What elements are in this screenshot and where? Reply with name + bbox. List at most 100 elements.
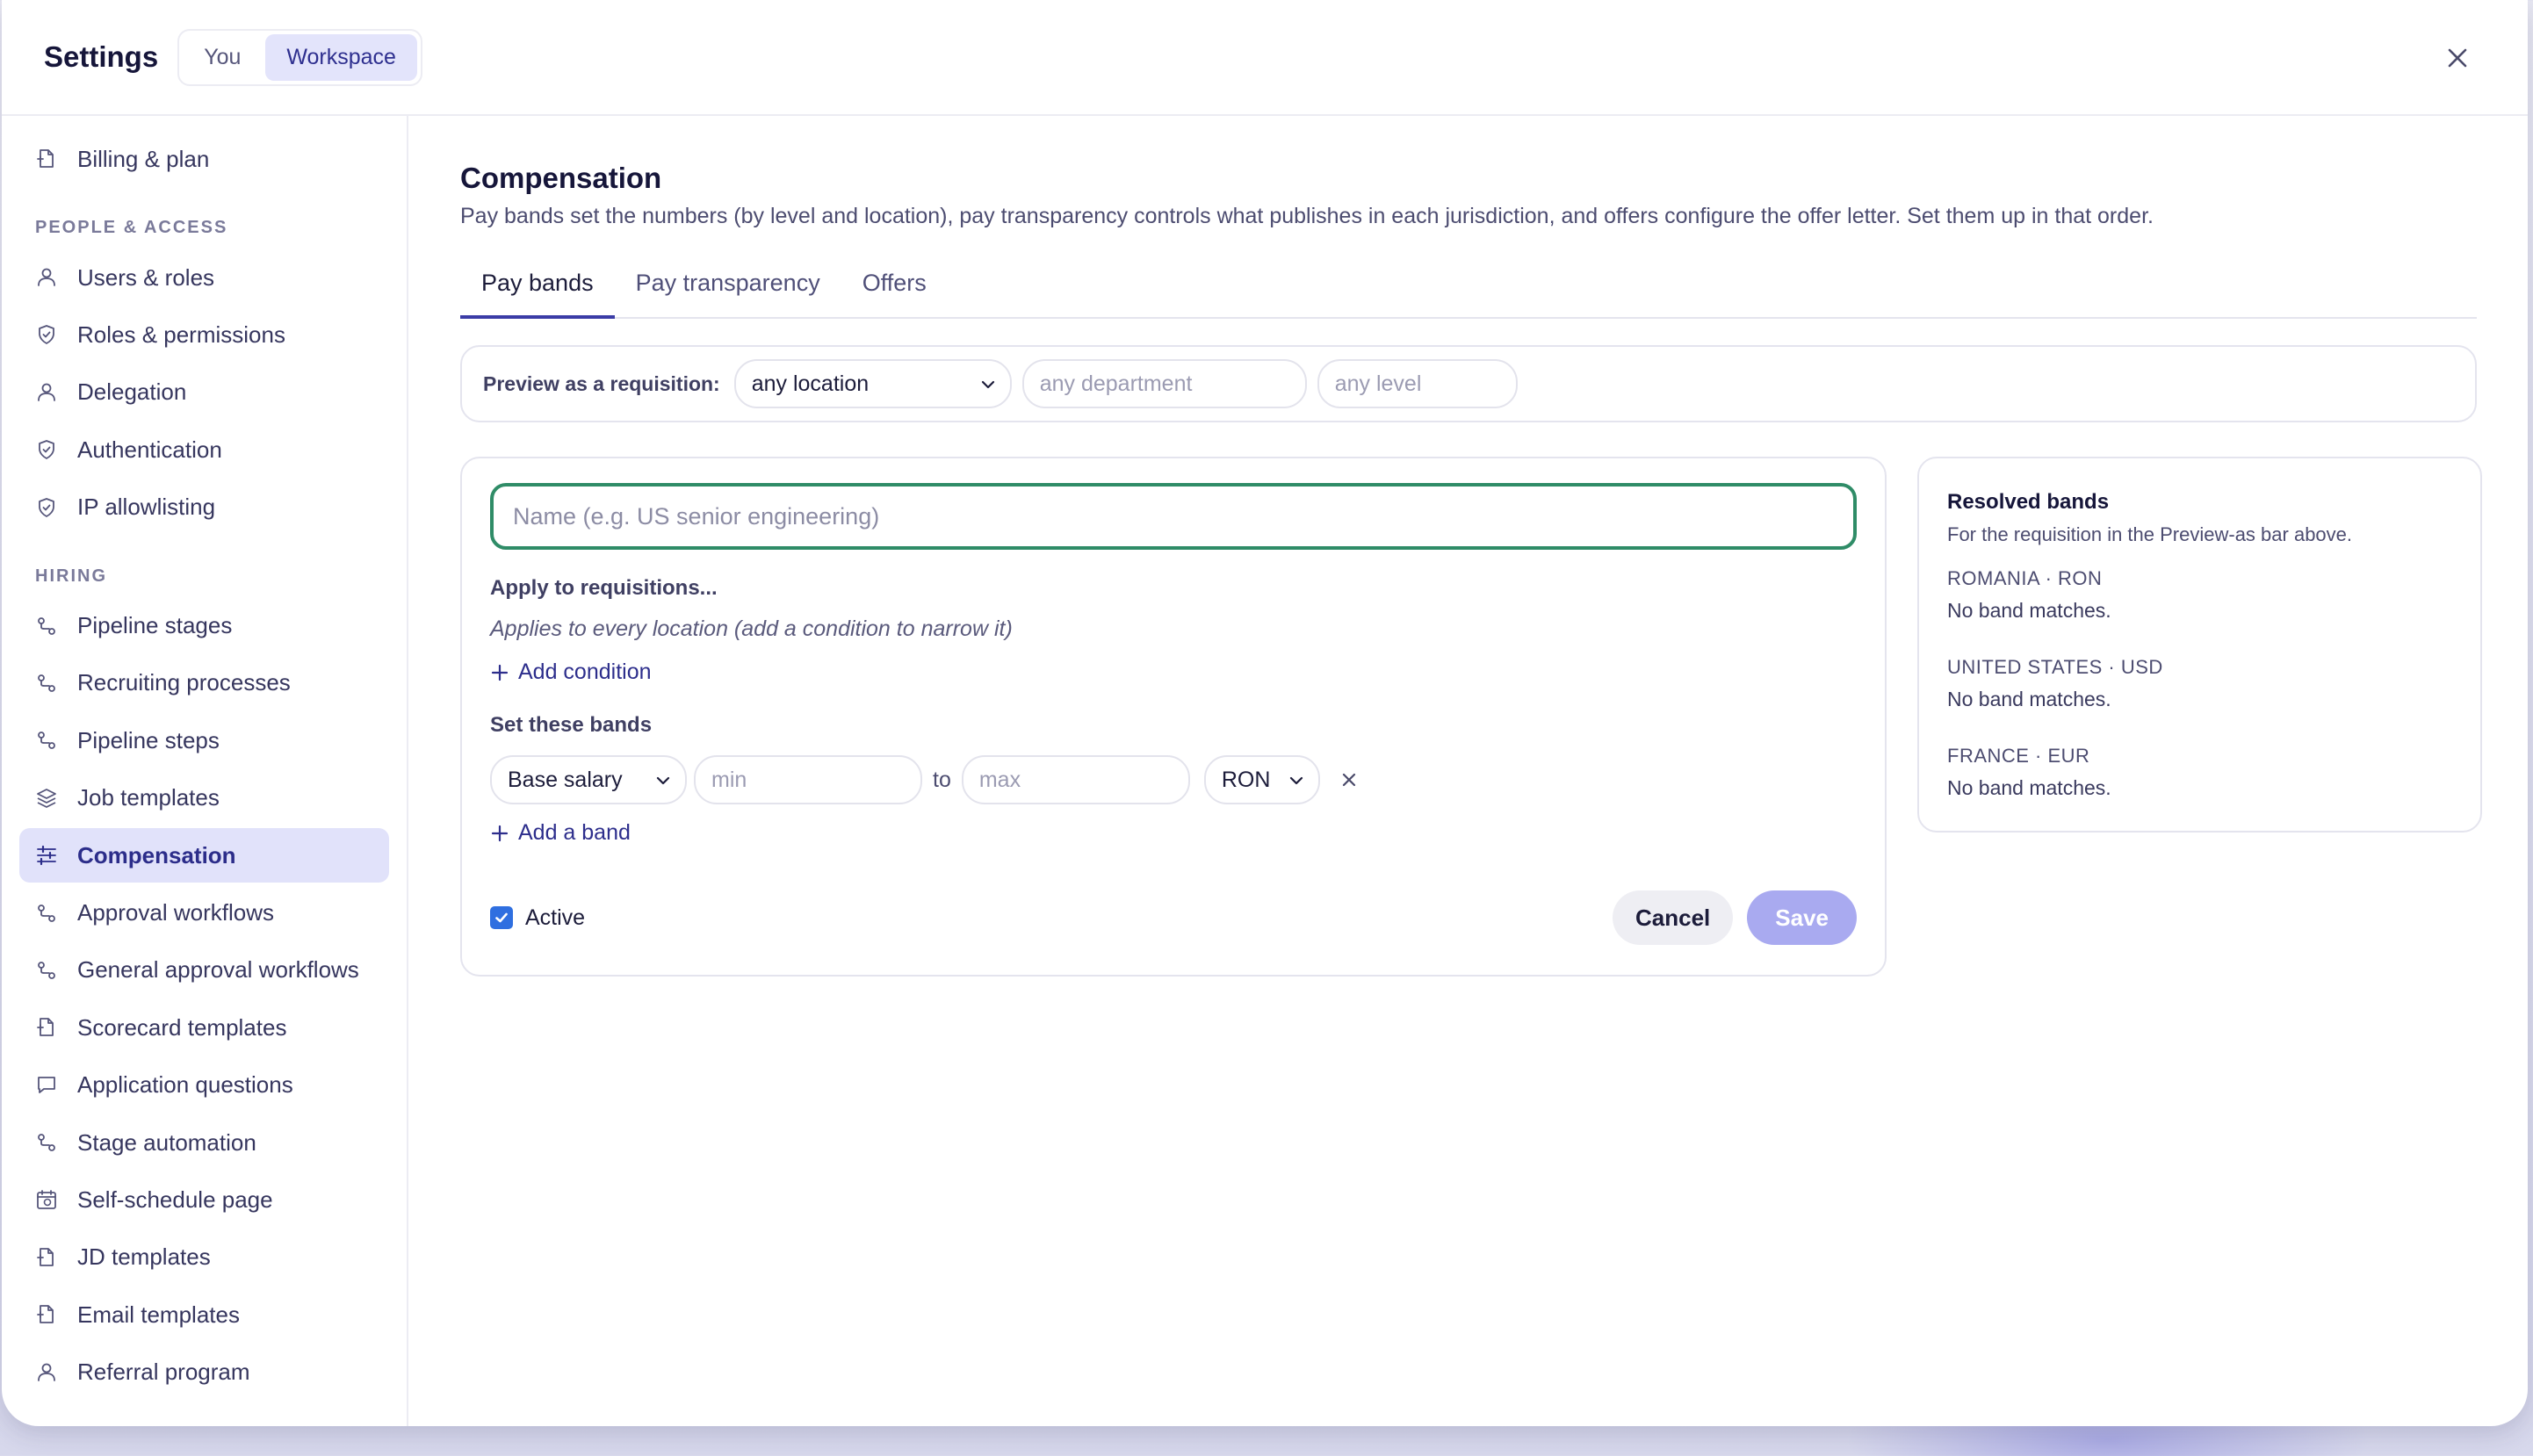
sidebar-item-label: Approval workflows bbox=[77, 899, 274, 926]
sidebar-item-approval-workflows[interactable]: Approval workflows bbox=[19, 886, 389, 941]
sliders-icon bbox=[37, 846, 56, 866]
currency-select[interactable]: RON bbox=[1203, 755, 1320, 804]
sidebar-item-label: Billing & plan bbox=[77, 145, 210, 172]
resolved-region: UNITED STATES · USD No band matches. bbox=[1947, 656, 2452, 711]
sidebar-item-roles-and-permissions[interactable]: Roles & permissions bbox=[19, 307, 389, 362]
sidebar-item-pipeline-stages[interactable]: Pipeline stages bbox=[19, 599, 389, 653]
flow-icon bbox=[38, 904, 55, 922]
band-min-input[interactable] bbox=[694, 755, 922, 804]
sidebar-item-authentication[interactable]: Authentication bbox=[19, 422, 389, 477]
sidebar-item-label: Application questions bbox=[77, 1071, 293, 1099]
tab-pay-transparency[interactable]: Pay transparency bbox=[615, 264, 841, 319]
add-condition-label: Add condition bbox=[518, 660, 652, 684]
main-content: Compensation Pay bands set the numbers (… bbox=[460, 116, 2482, 1426]
active-checkbox[interactable] bbox=[490, 906, 513, 929]
resolved-region: ROMANIA · RON No band matches. bbox=[1947, 567, 2452, 623]
sidebar-item-users-and-roles[interactable]: Users & roles bbox=[19, 250, 389, 305]
sidebar-item-label: General approval workflows bbox=[77, 956, 359, 984]
settings-sidebar: Billing & plan PEOPLE & ACCESS Users & rol… bbox=[2, 116, 408, 1426]
plus-icon bbox=[491, 664, 509, 681]
sidebar-item-scorecard-templates[interactable]: Scorecard templates bbox=[19, 1000, 389, 1055]
sidebar-item-label: Scorecard templates bbox=[77, 1013, 287, 1041]
bands-title: Set these bands bbox=[490, 713, 653, 737]
sidebar-item-email-templates[interactable]: Email templates bbox=[19, 1287, 389, 1342]
sidebar-item-recruiting-processes[interactable]: Recruiting processes bbox=[19, 656, 389, 710]
region-name: ROMANIA · RON bbox=[1947, 567, 2103, 589]
remove-band-icon[interactable] bbox=[1339, 770, 1359, 789]
sidebar-item-label: Pipeline steps bbox=[77, 726, 220, 753]
apply-note: Applies to every location (add a conditi… bbox=[490, 616, 1013, 641]
sidebar-item-referral-program[interactable]: Referral program bbox=[19, 1345, 389, 1400]
scope-you-button[interactable]: You bbox=[183, 34, 262, 81]
tab-bar: Pay bands Pay transparency Offers bbox=[460, 264, 2477, 319]
add-condition-button[interactable]: Add condition bbox=[490, 660, 1857, 685]
sidebar-item-label: Recruiting processes bbox=[77, 669, 291, 696]
sidebar-item-label: JD templates bbox=[77, 1243, 211, 1271]
sidebar-item-general-approval-workflows[interactable]: General approval workflows bbox=[19, 943, 389, 998]
band-max-input[interactable] bbox=[961, 755, 1190, 804]
level-input[interactable] bbox=[1317, 359, 1518, 408]
sidebar-item-label: Email templates bbox=[77, 1301, 240, 1328]
document-icon bbox=[37, 1018, 54, 1037]
sidebar-item-self-schedule-page[interactable]: Self-schedule page bbox=[19, 1172, 389, 1227]
band-row: Base salary to RON bbox=[490, 755, 1857, 804]
modal-header: Settings You Workspace bbox=[2, 0, 2528, 116]
resolved-region: FRANCE · EUR No band matches. bbox=[1947, 745, 2452, 800]
close-icon[interactable] bbox=[2443, 44, 2472, 72]
sidebar-section-hiring: HIRING bbox=[35, 566, 107, 586]
sidebar-item-delegation[interactable]: Delegation bbox=[19, 365, 389, 420]
chevron-down-icon bbox=[981, 380, 994, 389]
document-icon bbox=[37, 1305, 54, 1324]
region-name: FRANCE · EUR bbox=[1947, 745, 2090, 767]
save-button[interactable]: Save bbox=[1747, 890, 1857, 945]
to-label: to bbox=[933, 767, 951, 792]
add-band-button[interactable]: Add a band bbox=[490, 820, 1857, 846]
apply-title: Apply to requisitions... bbox=[490, 576, 718, 600]
sidebar-item-stage-automation[interactable]: Stage automation bbox=[19, 1115, 389, 1170]
sidebar-item-label: IP allowlisting bbox=[77, 494, 216, 521]
location-select[interactable]: any location bbox=[733, 359, 1012, 408]
user-icon bbox=[38, 383, 55, 401]
flow-icon bbox=[38, 674, 55, 692]
tab-pay-bands[interactable]: Pay bands bbox=[460, 264, 615, 319]
flow-icon bbox=[38, 732, 55, 750]
sidebar-item-label: Referral program bbox=[77, 1359, 250, 1386]
band-type-select[interactable]: Base salary bbox=[490, 755, 687, 804]
sidebar-item-pipeline-steps[interactable]: Pipeline steps bbox=[19, 713, 389, 768]
sidebar-item-application-questions[interactable]: Application questions bbox=[19, 1058, 389, 1113]
sidebar-item-billing-and-plan[interactable]: Billing & plan bbox=[19, 132, 389, 186]
user-icon bbox=[38, 268, 55, 286]
check-icon bbox=[495, 912, 508, 923]
band-name-input[interactable] bbox=[490, 483, 1857, 550]
resolved-title: Resolved bands bbox=[1947, 490, 2110, 514]
department-input[interactable] bbox=[1021, 359, 1307, 408]
layers-icon bbox=[37, 788, 56, 808]
region-status: No band matches. bbox=[1947, 599, 2111, 622]
sidebar-item-job-templates[interactable]: Job templates bbox=[19, 771, 389, 825]
location-select-value: any location bbox=[751, 371, 870, 396]
flow-icon bbox=[38, 616, 55, 635]
flow-icon bbox=[38, 1134, 55, 1151]
document-icon bbox=[37, 149, 54, 168]
user-icon bbox=[38, 1363, 55, 1381]
pay-band-editor: Apply to requisitions... Applies to ever… bbox=[460, 457, 1887, 977]
add-band-label: Add a band bbox=[518, 820, 631, 845]
resolved-bands-panel: Resolved bands For the requisition in th… bbox=[1917, 457, 2482, 833]
cancel-button[interactable]: Cancel bbox=[1613, 890, 1734, 945]
editor-footer: Active Cancel Save bbox=[490, 890, 1857, 945]
sidebar-item-label: Self-schedule page bbox=[77, 1186, 273, 1213]
sidebar-item-label: Job templates bbox=[77, 784, 220, 811]
flow-icon bbox=[38, 962, 55, 979]
page-title: Compensation bbox=[460, 162, 662, 194]
scope-workspace-button[interactable]: Workspace bbox=[265, 33, 417, 81]
resolved-subtitle: For the requisition in the Preview-as ba… bbox=[1947, 523, 2353, 545]
plus-icon bbox=[491, 825, 509, 841]
shield-icon bbox=[39, 440, 54, 460]
region-status: No band matches. bbox=[1947, 776, 2111, 799]
sidebar-item-ip-allowlisting[interactable]: IP allowlisting bbox=[19, 480, 389, 535]
tab-offers[interactable]: Offers bbox=[841, 264, 948, 319]
sidebar-item-compensation[interactable]: Compensation bbox=[19, 828, 389, 883]
sidebar-item-jd-templates[interactable]: JD templates bbox=[19, 1230, 389, 1285]
band-type-value: Base salary bbox=[508, 767, 623, 792]
sidebar-item-label: Delegation bbox=[77, 378, 187, 406]
